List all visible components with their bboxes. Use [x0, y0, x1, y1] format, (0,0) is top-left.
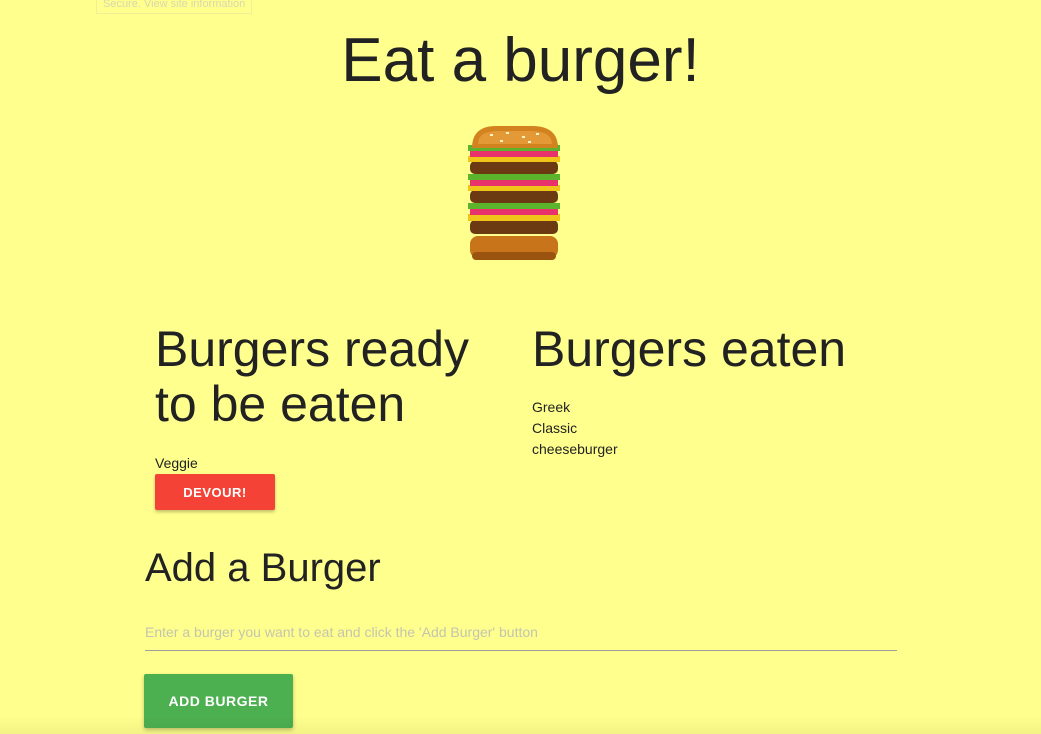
- add-burger-heading: Add a Burger: [145, 546, 381, 590]
- page-title: Eat a burger!: [341, 26, 700, 95]
- eaten-item: cheeseburger: [532, 441, 618, 457]
- burger-image: [468, 126, 560, 260]
- burger-name-input[interactable]: [145, 614, 897, 651]
- bottom-shadow: [0, 716, 1041, 734]
- eaten-item: Classic: [532, 420, 578, 436]
- site-info-tooltip: Secure. View site information: [96, 0, 253, 14]
- ready-burger-name: Veggie: [155, 455, 198, 471]
- ready-heading: Burgers ready to be eaten: [155, 321, 470, 432]
- eaten-list: Greek Classic cheeseburger: [532, 397, 618, 460]
- eaten-heading: Burgers eaten: [532, 321, 847, 377]
- eaten-item: Greek: [532, 399, 571, 415]
- devour-button[interactable]: DEVOUR!: [155, 474, 275, 510]
